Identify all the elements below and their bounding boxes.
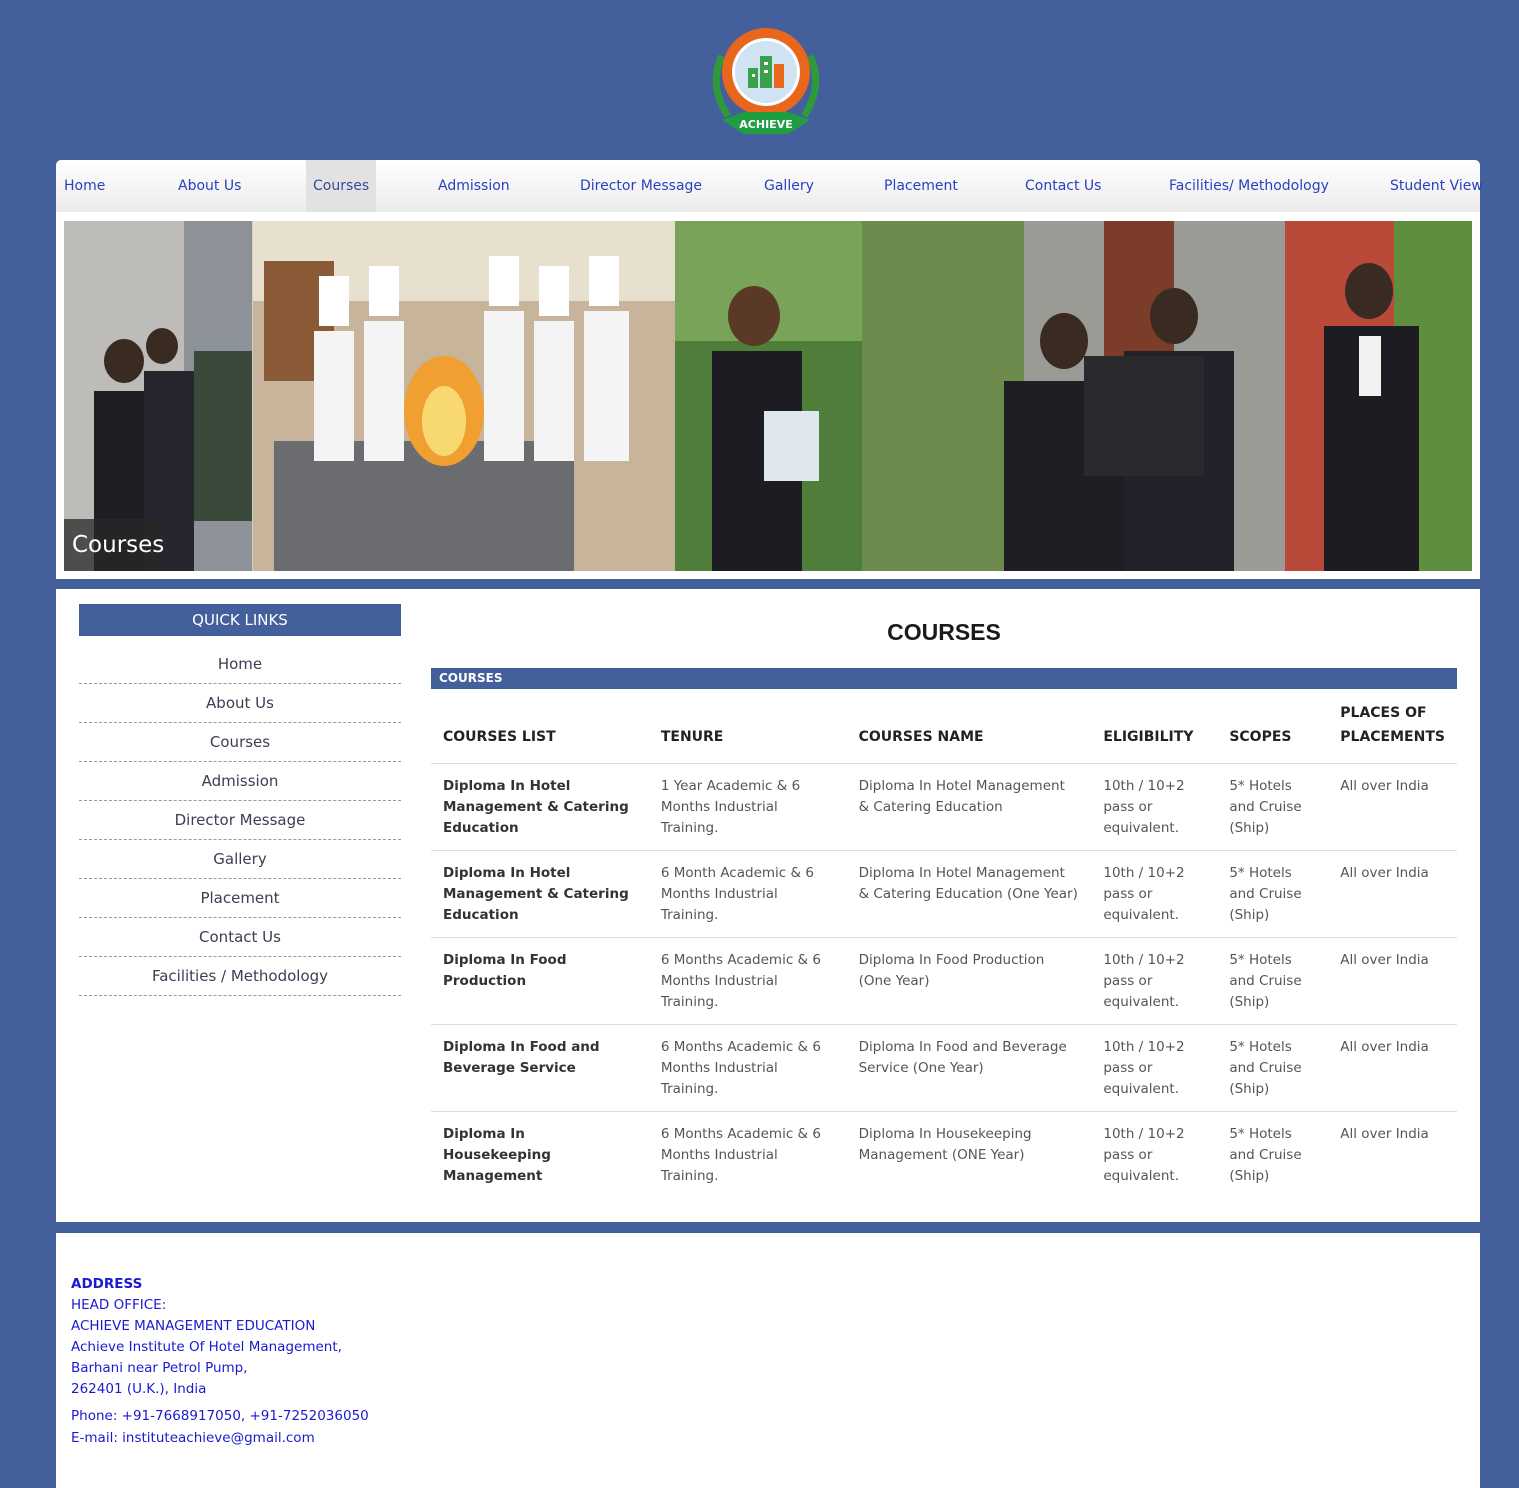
head-office-label: HEAD OFFICE: (71, 1297, 167, 1313)
phone-numbers: Phone: +91-7668917050, +91-7252036050 (71, 1408, 369, 1424)
table-cell: Diploma In Housekeeping Management (ONE … (858, 1126, 1032, 1163)
col-header-places-of-placements: PLACES OF PLACEMENTS (1328, 693, 1457, 764)
table-row: Diploma In Housekeeping Management 6 Mon… (431, 1112, 1457, 1199)
email-address[interactable]: E-mail: instituteachieve@gmail.com (71, 1428, 369, 1450)
banner-photo-collage (64, 221, 1472, 571)
svg-text:ACHIEVE: ACHIEVE (739, 118, 792, 131)
quick-link-admission[interactable]: Admission (79, 762, 401, 801)
table-cell: Diploma In Food Production (One Year) (846, 937, 1092, 1025)
table-row: Diploma In Hotel Management & Catering E… (431, 763, 1457, 851)
nav-director-message[interactable]: Director Message (580, 160, 702, 212)
quick-link-gallery[interactable]: Gallery (79, 840, 401, 879)
table-cell: 10th / 10+2 pass or equivalent. (1091, 850, 1218, 938)
table-cell: 10th / 10+2 pass or equivalent. (1091, 1024, 1218, 1112)
table-cell: Diploma In Food Production (431, 937, 649, 1025)
page-title: COURSES (887, 619, 1001, 645)
footer: ADDRESS HEAD OFFICE: ACHIEVE MANAGEMENT … (56, 1233, 1480, 1488)
table-cell: Diploma In Housekeeping Management (443, 1126, 551, 1184)
table-cell: 6 Months Academic & 6 Months Industrial … (648, 937, 847, 1025)
table-cell: 1 Year Academic & 6 Months Industrial Tr… (648, 763, 847, 851)
banner-image: Courses (64, 221, 1472, 571)
table-cell: 5* Hotels and Cruise (Ship) (1217, 937, 1329, 1025)
nav-home[interactable]: Home (64, 160, 105, 212)
section-header: COURSES (431, 668, 1457, 689)
table-cell: 5* Hotels and Cruise (Ship) (1229, 1126, 1302, 1184)
courses-table: COURSES LIST TENURE COURSES NAME ELIGIBI… (431, 693, 1457, 1199)
col-header-eligibility: ELIGIBILITY (1091, 693, 1218, 764)
table-cell: All over India (1328, 1024, 1457, 1112)
address-line: Achieve Institute Of Hotel Management, (71, 1339, 342, 1355)
table-cell: 5* Hotels and Cruise (Ship) (1217, 1024, 1329, 1112)
table-cell: 5* Hotels and Cruise (Ship) (1217, 763, 1329, 851)
quick-link-courses[interactable]: Courses (79, 723, 401, 762)
table-cell: All over India (1328, 937, 1457, 1025)
main-nav: Home About Us Courses Admission Director… (56, 160, 1483, 212)
quick-links-list: Home About Us Courses Admission Director… (79, 645, 401, 996)
table-cell: 10th / 10+2 pass or equivalent. (1091, 763, 1218, 851)
table-cell: All over India (1340, 1126, 1429, 1142)
address-line: Barhani near Petrol Pump, (71, 1360, 248, 1376)
nav-courses[interactable]: Courses (306, 160, 377, 212)
quick-link-contact-us[interactable]: Contact Us (79, 918, 401, 957)
table-cell: All over India (1328, 850, 1457, 938)
table-cell: Diploma In Hotel Management & Catering E… (846, 850, 1092, 938)
quick-links-title: QUICK LINKS (79, 604, 401, 636)
org-name: ACHIEVE MANAGEMENT EDUCATION (71, 1318, 316, 1334)
address-heading: ADDRESS (71, 1276, 143, 1292)
contact-block: Phone: +91-7668917050, +91-7252036050 E-… (71, 1406, 369, 1449)
address-line: 262401 (U.K.), India (71, 1381, 207, 1397)
table-cell: Diploma In Food and Beverage Service (431, 1024, 649, 1112)
logo-emblem: ACHIEVE (712, 28, 820, 134)
nav-contact-us[interactable]: Contact Us (1025, 160, 1101, 212)
col-header-courses-name: COURSES NAME (846, 693, 1092, 764)
nav-admission[interactable]: Admission (438, 160, 510, 212)
col-header-scopes: SCOPES (1217, 693, 1329, 764)
table-cell: 10th / 10+2 pass or equivalent. (1103, 1126, 1185, 1184)
nav-gallery[interactable]: Gallery (764, 160, 814, 212)
quick-link-home[interactable]: Home (79, 645, 401, 684)
banner-caption: Courses (64, 519, 164, 571)
table-cell: 6 Months Academic & 6 Months Industrial … (660, 1126, 821, 1184)
address-block: ADDRESS HEAD OFFICE: ACHIEVE MANAGEMENT … (71, 1274, 342, 1400)
table-row: Diploma In Food Production 6 Months Acad… (431, 937, 1457, 1025)
table-row: Diploma In Hotel Management & Catering E… (431, 850, 1457, 938)
table-cell: All over India (1328, 763, 1457, 851)
table-cell: 6 Month Academic & 6 Months Industrial T… (648, 850, 847, 938)
table-cell: 10th / 10+2 pass or equivalent. (1091, 937, 1218, 1025)
table-cell: Diploma In Hotel Management & Catering E… (431, 763, 649, 851)
table-row: Diploma In Food and Beverage Service 6 M… (431, 1024, 1457, 1112)
table-cell: 5* Hotels and Cruise (Ship) (1217, 850, 1329, 938)
main-content: QUICK LINKS Home About Us Courses Admiss… (56, 589, 1480, 1222)
nav-placement[interactable]: Placement (884, 160, 958, 212)
table-cell: Diploma In Hotel Management & Catering E… (431, 850, 649, 938)
col-header-courses-list: COURSES LIST (431, 693, 649, 764)
table-cell: 6 Months Academic & 6 Months Industrial … (648, 1024, 847, 1112)
nav-about-us[interactable]: About Us (178, 160, 241, 212)
table-header-row: COURSES LIST TENURE COURSES NAME ELIGIBI… (431, 693, 1457, 764)
quick-link-placement[interactable]: Placement (79, 879, 401, 918)
table-cell: Diploma In Food and Beverage Service (On… (846, 1024, 1092, 1112)
banner-frame: Courses (56, 212, 1480, 579)
nav-facilities[interactable]: Facilities/ Methodology (1169, 160, 1329, 212)
table-cell: Diploma In Hotel Management & Catering E… (846, 763, 1092, 851)
quick-link-about-us[interactable]: About Us (79, 684, 401, 723)
institute-logo: ACHIEVE (700, 16, 832, 148)
col-header-tenure: TENURE (648, 693, 847, 764)
quick-link-director-message[interactable]: Director Message (79, 801, 401, 840)
quick-link-facilities[interactable]: Facilities / Methodology (79, 957, 401, 996)
nav-student-view[interactable]: Student View (1390, 160, 1483, 212)
